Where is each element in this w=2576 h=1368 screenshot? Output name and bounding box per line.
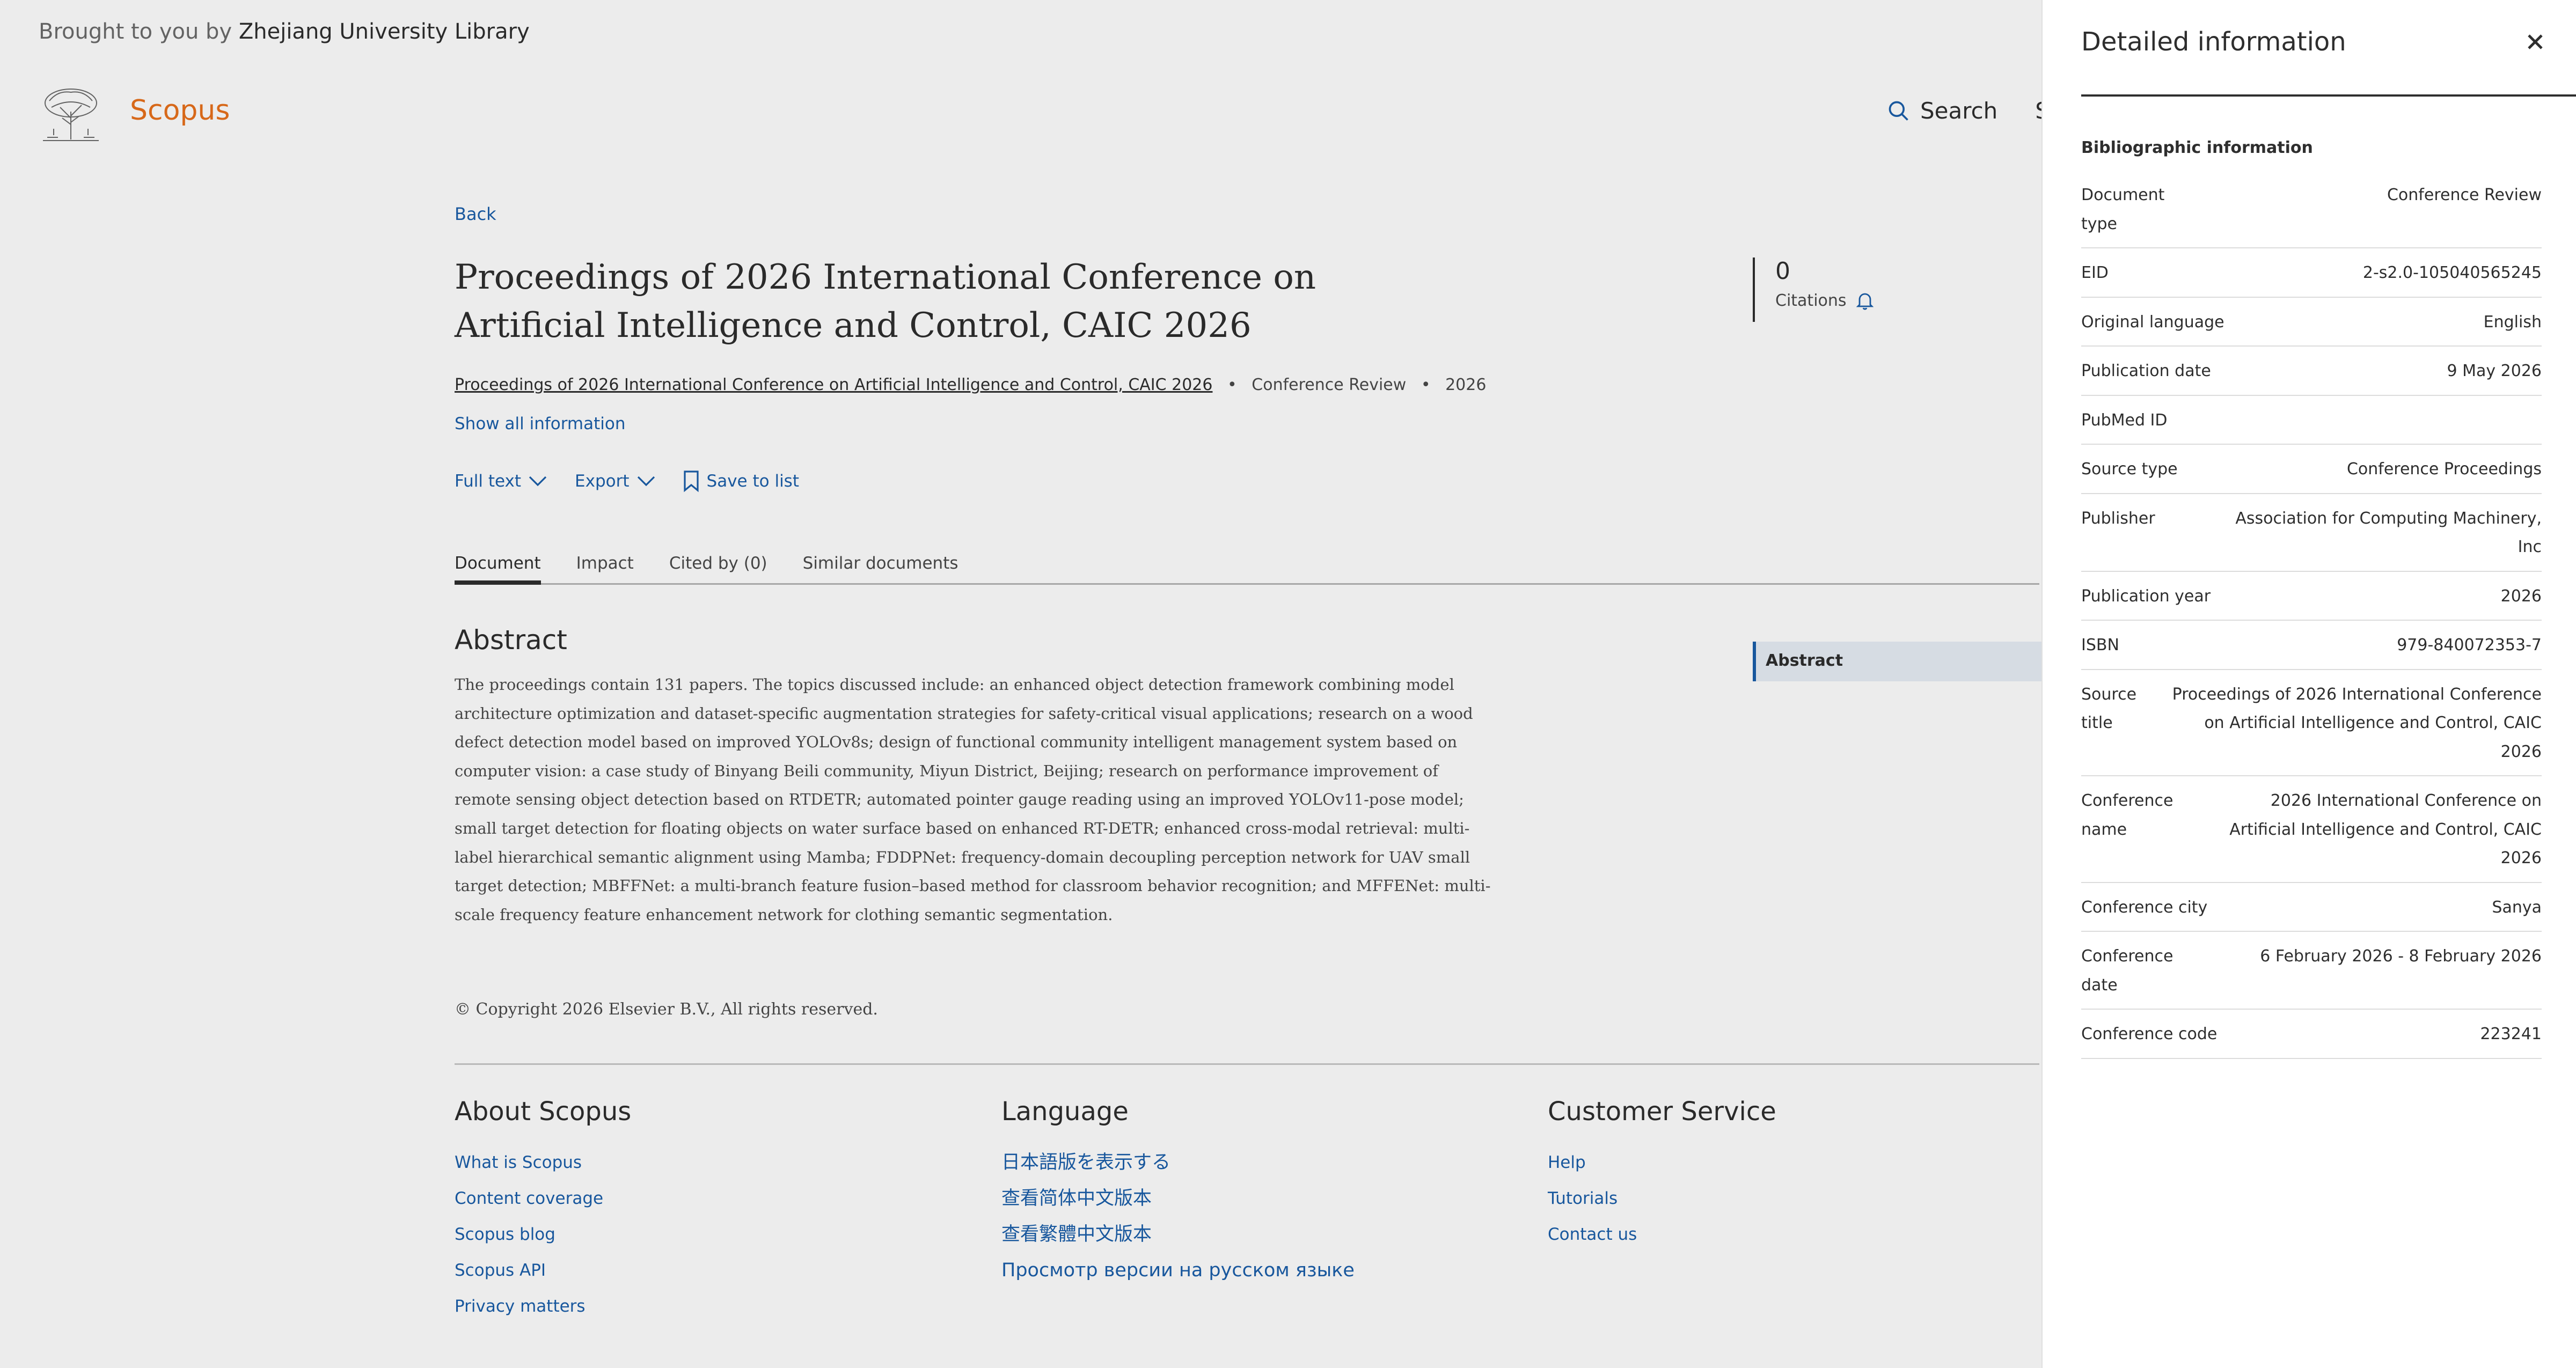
info-key: EID xyxy=(2081,263,2109,282)
info-value: 223241 xyxy=(2480,1025,2542,1043)
info-key: Source title xyxy=(2081,685,2137,733)
info-row-conference-code: Conference code 223241 xyxy=(2081,1010,2542,1059)
info-row-original-language: Original language English xyxy=(2081,298,2542,347)
info-value: Conference Proceedings xyxy=(2346,460,2542,479)
info-row-publication-year: Publication year 2026 xyxy=(2081,572,2542,621)
info-value: Proceedings of 2026 International Confer… xyxy=(2172,685,2542,761)
info-key: Document type xyxy=(2081,186,2165,233)
info-row-conference-name: Conference name 2026 International Confe… xyxy=(2081,776,2542,883)
info-key: Publication year xyxy=(2081,586,2211,606)
info-value: 979-840072353-7 xyxy=(2397,636,2542,654)
info-row-source-type: Source type Conference Proceedings xyxy=(2081,445,2542,494)
info-row-publication-date: Publication date 9 May 2026 xyxy=(2081,347,2542,396)
bibliographic-heading: Bibliographic information xyxy=(2081,138,2313,157)
info-row-conference-date: Conference date 6 February 2026 - 8 Febr… xyxy=(2081,932,2542,1010)
bibliographic-table: Document type Conference Review EID 2-s2… xyxy=(2081,171,2542,1059)
info-value: Association for Computing Machinery, Inc xyxy=(2235,509,2542,557)
info-row-eid: EID 2-s2.0-105040565245 xyxy=(2081,248,2542,298)
info-row-pubmed-id: PubMed ID xyxy=(2081,396,2542,445)
info-value: 2026 xyxy=(2500,586,2542,606)
info-value: 6 February 2026 - 8 February 2026 xyxy=(2260,947,2542,966)
info-key: Source type xyxy=(2081,460,2178,479)
info-value: Sanya xyxy=(2492,898,2542,917)
info-row-isbn: ISBN 979-840072353-7 xyxy=(2081,621,2542,670)
info-key: Conference name xyxy=(2081,791,2174,839)
info-key: Original language xyxy=(2081,312,2224,332)
info-value: Conference Review xyxy=(2387,186,2542,204)
info-value: 2-s2.0-105040565245 xyxy=(2362,263,2542,282)
info-value: 9 May 2026 xyxy=(2447,362,2542,380)
info-value xyxy=(2199,406,2542,435)
panel-title: Detailed information xyxy=(2081,27,2346,57)
info-key: PubMed ID xyxy=(2081,410,2168,430)
info-row-conference-city: Conference city Sanya xyxy=(2081,883,2542,932)
close-icon[interactable] xyxy=(2523,30,2547,54)
info-key: Publication date xyxy=(2081,362,2211,380)
info-value: 2026 International Conference on Artific… xyxy=(2229,791,2542,867)
info-key: Conference code xyxy=(2081,1025,2218,1043)
info-key: Conference date xyxy=(2081,947,2174,995)
info-value: English xyxy=(2483,312,2542,332)
info-row-publisher: Publisher Association for Computing Mach… xyxy=(2081,494,2542,572)
info-row-source-title: Source title Proceedings of 2026 Interna… xyxy=(2081,670,2542,776)
panel-divider xyxy=(2081,94,2576,97)
info-key: ISBN xyxy=(2081,636,2119,654)
info-key: Publisher xyxy=(2081,509,2155,528)
detailed-information-panel: Detailed information Bibliographic infor… xyxy=(2041,0,2576,1368)
info-key: Conference city xyxy=(2081,898,2208,917)
info-row-document-type: Document type Conference Review xyxy=(2081,171,2542,248)
